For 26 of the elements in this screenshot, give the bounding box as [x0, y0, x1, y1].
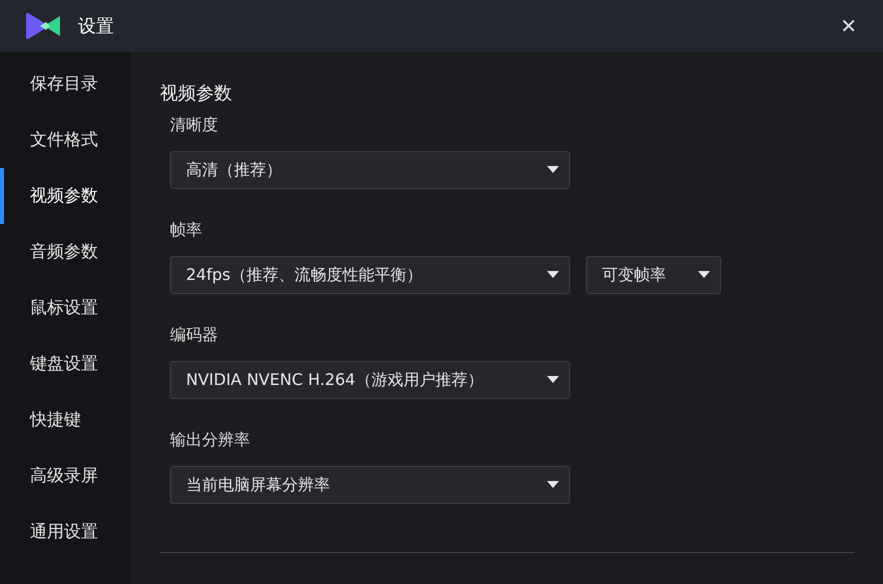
- dropdown[interactable]: 高清（推荐）: [170, 151, 570, 189]
- caret-icon: [547, 376, 559, 384]
- dropdown[interactable]: 24fps（推荐、流畅度性能平衡）: [170, 256, 570, 294]
- sidebar-item[interactable]: 音频参数: [0, 224, 130, 280]
- sidebar-item[interactable]: 文件格式: [0, 112, 130, 168]
- caret-icon: [547, 481, 559, 489]
- sidebar-item[interactable]: 快捷键: [0, 392, 130, 448]
- dropdown[interactable]: 当前电脑屏幕分辨率: [170, 466, 570, 504]
- sidebar-item[interactable]: 通用设置: [0, 504, 130, 560]
- sidebar-item[interactable]: 鼠标设置: [0, 280, 130, 336]
- field-label: 帧率: [170, 220, 203, 240]
- field-label: 输出分辨率: [170, 430, 251, 450]
- sidebar-item[interactable]: 视频参数: [0, 168, 130, 224]
- sidebar-item[interactable]: 高级录屏: [0, 448, 130, 504]
- section-title: 视频参数: [160, 82, 233, 106]
- field-label: 编码器: [170, 325, 219, 345]
- sidebar-item[interactable]: 键盘设置: [0, 336, 130, 392]
- dropdown[interactable]: NVIDIA NVENC H.264（游戏用户推荐）: [170, 361, 570, 399]
- window-title: 设置: [78, 15, 114, 38]
- caret-icon: [547, 166, 559, 174]
- caret-icon: [547, 271, 559, 279]
- close-button[interactable]: ✕: [840, 14, 857, 38]
- dropdown[interactable]: 可变帧率: [586, 256, 721, 294]
- sidebar-item[interactable]: 保存目录: [0, 56, 130, 112]
- caret-icon: [698, 271, 710, 279]
- field-label: 清晰度: [170, 115, 219, 135]
